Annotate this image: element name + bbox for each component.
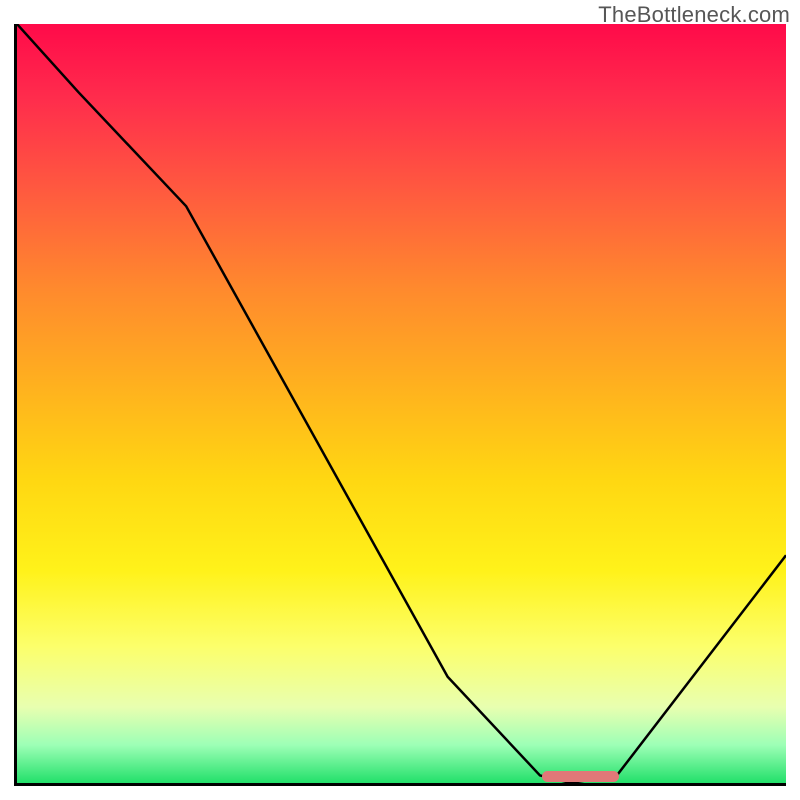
curve-line xyxy=(17,24,786,783)
optimum-marker xyxy=(542,771,619,782)
plot-area xyxy=(14,24,786,786)
curve-svg xyxy=(17,24,786,783)
chart-frame: TheBottleneck.com xyxy=(0,0,800,800)
